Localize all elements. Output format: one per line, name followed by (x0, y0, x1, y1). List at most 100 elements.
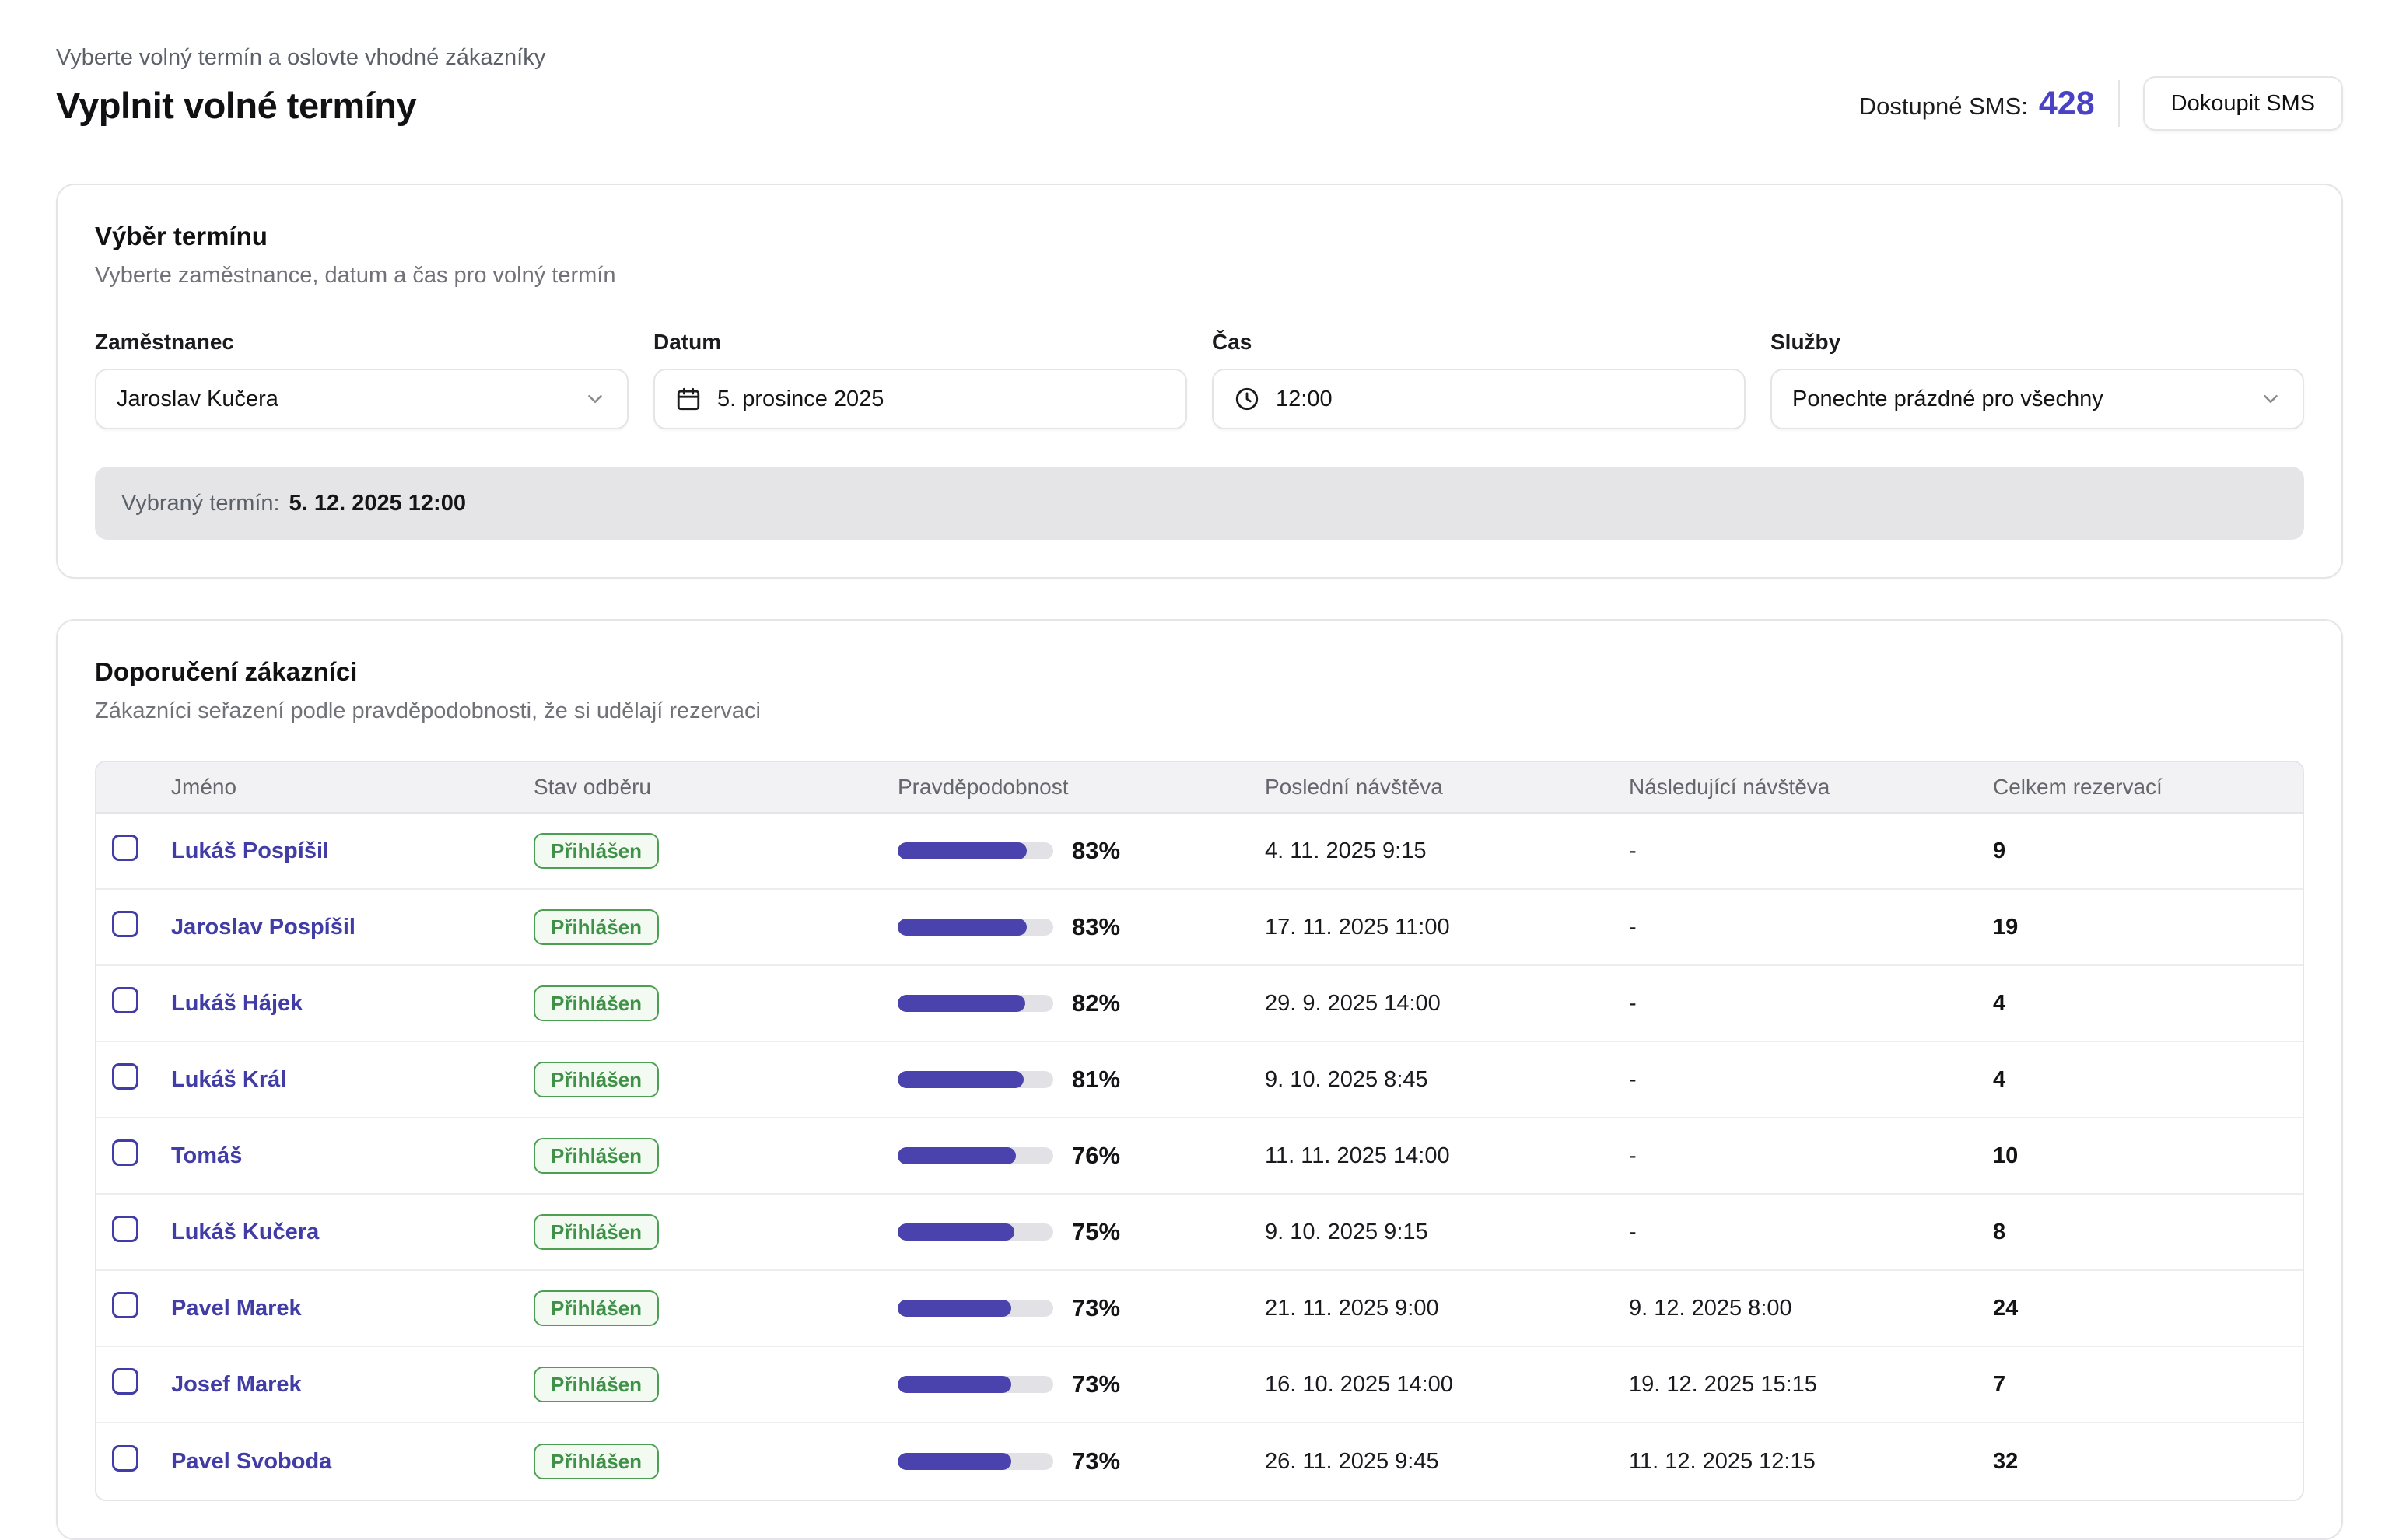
probability-percent: 75% (1072, 1218, 1120, 1246)
table-row: Lukáš Kučera Přihlášen 75% 9. 10. 2025 9… (96, 1195, 2303, 1271)
customer-name-cell: Pavel Svoboda (171, 1449, 534, 1475)
page-header: Vyberte volný termín a oslovte vhodné zá… (56, 44, 2343, 131)
subscription-status-badge: Přihlášen (534, 1214, 659, 1250)
customer-name-link[interactable]: Jaroslav Pospíšil (171, 915, 355, 940)
table-row: Jaroslav Pospíšil Přihlášen 83% 17. 11. … (96, 890, 2303, 966)
time-picker-value: 12:00 (1276, 387, 1333, 412)
last-visit-cell: 26. 11. 2025 9:45 (1265, 1449, 1629, 1475)
probability-bar-fill (898, 1453, 1011, 1470)
time-field: Čas 12:00 (1212, 330, 1746, 429)
row-checkbox-cell (96, 1292, 171, 1325)
table-row: Pavel Svoboda Přihlášen 73% 26. 11. 2025… (96, 1423, 2303, 1500)
clock-icon (1234, 386, 1260, 412)
customer-name-link[interactable]: Lukáš Král (171, 1067, 286, 1092)
time-label: Čas (1212, 330, 1746, 355)
probability-percent: 73% (1072, 1294, 1120, 1322)
row-checkbox[interactable] (112, 1216, 138, 1242)
row-checkbox[interactable] (112, 911, 138, 937)
row-checkbox[interactable] (112, 835, 138, 861)
row-checkbox-cell (96, 1139, 171, 1172)
customer-name-cell: Jaroslav Pospíšil (171, 915, 534, 940)
probability-cell: 81% (898, 1066, 1265, 1094)
sms-counter-value: 428 (2039, 85, 2095, 123)
term-selection-card: Výběr termínu Vyberte zaměstnance, datum… (56, 184, 2343, 579)
probability-bar-track (898, 842, 1053, 859)
table-row: Lukáš Král Přihlášen 81% 9. 10. 2025 8:4… (96, 1042, 2303, 1118)
row-checkbox[interactable] (112, 1063, 138, 1090)
last-visit-cell: 9. 10. 2025 8:45 (1265, 1067, 1629, 1093)
services-label: Služby (1770, 330, 2304, 355)
row-checkbox[interactable] (112, 1368, 138, 1395)
recommended-customers-card: Doporučení zákazníci Zákazníci seřazení … (56, 619, 2343, 1540)
next-visit-cell: - (1629, 838, 1993, 864)
row-checkbox-cell (96, 1445, 171, 1478)
buy-sms-button[interactable]: Dokoupit SMS (2143, 76, 2343, 131)
services-select-value: Ponechte prázdné pro všechny (1792, 387, 2103, 412)
customer-name-link[interactable]: Pavel Svoboda (171, 1449, 331, 1474)
probability-bar-track (898, 995, 1053, 1012)
customers-table: Jméno Stav odběru Pravděpodobnost Posled… (95, 761, 2304, 1501)
column-header-probability: Pravděpodobnost (898, 775, 1265, 800)
probability-bar-fill (898, 1300, 1011, 1317)
probability-cell: 73% (898, 1370, 1265, 1398)
page-title: Vyplnit volné termíny (56, 84, 545, 128)
last-visit-cell: 21. 11. 2025 9:00 (1265, 1296, 1629, 1321)
term-card-subtitle: Vyberte zaměstnance, datum a čas pro vol… (95, 261, 2304, 289)
row-checkbox-cell (96, 1063, 171, 1096)
row-checkbox[interactable] (112, 987, 138, 1013)
subscription-status-cell: Přihlášen (534, 833, 898, 869)
total-reservations-cell: 32 (1993, 1449, 2303, 1475)
table-row: Lukáš Hájek Přihlášen 82% 29. 9. 2025 14… (96, 966, 2303, 1042)
customer-name-link[interactable]: Josef Marek (171, 1372, 302, 1397)
row-checkbox[interactable] (112, 1139, 138, 1166)
probability-percent: 73% (1072, 1370, 1120, 1398)
customer-name-link[interactable]: Lukáš Kučera (171, 1220, 319, 1244)
chevron-down-icon (583, 387, 607, 411)
total-reservations-cell: 4 (1993, 991, 2303, 1017)
employee-label: Zaměstnanec (95, 330, 629, 355)
probability-bar-fill (898, 1071, 1024, 1088)
calendar-icon (675, 386, 702, 412)
probability-cell: 83% (898, 913, 1265, 941)
customer-name-link[interactable]: Lukáš Hájek (171, 991, 303, 1016)
total-reservations-cell: 9 (1993, 838, 2303, 864)
column-header-subscription: Stav odběru (534, 775, 898, 800)
date-picker-value: 5. prosince 2025 (717, 387, 884, 412)
row-checkbox[interactable] (112, 1292, 138, 1318)
customer-name-cell: Lukáš Král (171, 1067, 534, 1093)
date-field: Datum 5. prosince 2025 (653, 330, 1187, 429)
customer-name-link[interactable]: Pavel Marek (171, 1296, 302, 1321)
header-divider (2118, 80, 2120, 127)
date-picker-button[interactable]: 5. prosince 2025 (653, 369, 1187, 429)
last-visit-cell: 9. 10. 2025 9:15 (1265, 1220, 1629, 1245)
customer-name-link[interactable]: Lukáš Pospíšil (171, 838, 329, 863)
probability-percent: 82% (1072, 989, 1120, 1017)
customer-name-cell: Pavel Marek (171, 1296, 534, 1321)
date-label: Datum (653, 330, 1187, 355)
row-checkbox[interactable] (112, 1445, 138, 1472)
row-checkbox-cell (96, 1216, 171, 1248)
probability-cell: 73% (898, 1447, 1265, 1475)
probability-bar-track (898, 1223, 1053, 1241)
table-row: Pavel Marek Přihlášen 73% 21. 11. 2025 9… (96, 1271, 2303, 1347)
page: Vyberte volný termín a oslovte vhodné zá… (0, 0, 2399, 1540)
last-visit-cell: 4. 11. 2025 9:15 (1265, 838, 1629, 864)
sms-counter-label: Dostupné SMS: (1859, 93, 2028, 121)
probability-cell: 83% (898, 837, 1265, 865)
time-picker-button[interactable]: 12:00 (1212, 369, 1746, 429)
customers-card-subtitle: Zákazníci seřazení podle pravděpodobnost… (95, 697, 2304, 725)
column-header-name: Jméno (171, 775, 534, 800)
employee-select[interactable]: Jaroslav Kučera (95, 369, 629, 429)
probability-cell: 76% (898, 1142, 1265, 1170)
customer-name-link[interactable]: Tomáš (171, 1143, 242, 1168)
subscription-status-cell: Přihlášen (534, 1290, 898, 1326)
probability-percent: 83% (1072, 837, 1120, 865)
table-row: Josef Marek Přihlášen 73% 16. 10. 2025 1… (96, 1347, 2303, 1423)
customer-name-cell: Lukáš Pospíšil (171, 838, 534, 864)
services-select[interactable]: Ponechte prázdné pro všechny (1770, 369, 2304, 429)
column-header-next-visit: Následující návštěva (1629, 775, 1993, 800)
probability-percent: 73% (1072, 1447, 1120, 1475)
sms-counter: Dostupné SMS: 428 (1859, 85, 2095, 123)
subscription-status-badge: Přihlášen (534, 833, 659, 869)
probability-bar-track (898, 1071, 1053, 1088)
